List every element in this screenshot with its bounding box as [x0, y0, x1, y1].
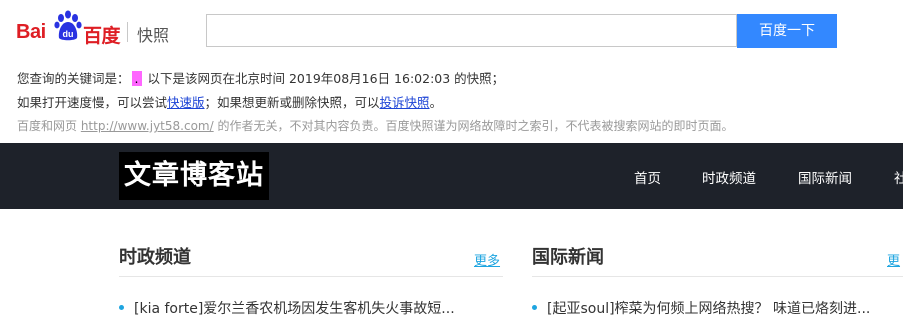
site-nav-bar: 文章博客站 首页 时政频道 国际新闻 社 — [0, 143, 903, 209]
disclaimer-prefix: 百度和网页 — [17, 119, 81, 133]
site-logo[interactable]: 文章博客站 — [119, 152, 269, 200]
nav-item-international[interactable]: 国际新闻 — [798, 167, 852, 187]
complaint-prefix: ；如果想更新或删除快照，可以 — [204, 95, 380, 110]
more-link[interactable]: 更多 — [474, 250, 500, 269]
section-title: 国际新闻 — [532, 247, 604, 268]
snapshot-options-line: 如果打开速度慢，可以尝试快速版；如果想更新或删除快照，可以投诉快照。 — [17, 92, 442, 111]
search-input[interactable] — [206, 14, 737, 47]
snapshot-info-line: 您查询的关键词是：. 以下是该网页在北京时间 2019年08月16日 16:02… — [17, 68, 504, 87]
section-title: 时政频道 — [119, 247, 191, 268]
source-url-link[interactable]: http://www.jyt58.com/ — [81, 119, 214, 133]
nav-item-home[interactable]: 首页 — [634, 167, 661, 187]
logo-text-du: du — [63, 29, 74, 39]
list-item[interactable]: [kia forte]爱尔兰香农机场因发生客机失火事故短... — [119, 298, 503, 318]
logo-text-bai: Bai — [16, 21, 46, 43]
bullet-icon — [532, 304, 537, 310]
baidu-paw-icon: du — [54, 10, 82, 41]
section-divider — [119, 276, 503, 277]
keyword-highlight: . — [131, 71, 142, 86]
complaint-link[interactable]: 投诉快照 — [380, 95, 430, 110]
list-item-title: [起亚soul]榨菜为何频上网络热搜？ 味道已烙刻进... — [547, 301, 871, 317]
snapshot-header: Bai du 百度 快照 百度一下 您查询的关键词是：. 以下是该网页在北京时间… — [0, 0, 903, 143]
logo-text-cn: 百度 — [83, 26, 121, 47]
more-link[interactable]: 更 — [887, 250, 900, 269]
search-button[interactable]: 百度一下 — [737, 14, 837, 48]
logo-divider — [127, 22, 128, 42]
baidu-logo[interactable]: Bai du 百度 — [16, 10, 121, 47]
snapshot-title: 快照 — [137, 26, 170, 45]
nav-item-social[interactable]: 社 — [894, 167, 903, 187]
nav-item-politics[interactable]: 时政频道 — [702, 167, 756, 187]
bullet-icon — [119, 304, 124, 310]
snapshot-time-text: 以下是该网页在北京时间 2019年08月16日 16:02:03 的快照； — [147, 71, 505, 86]
list-item[interactable]: [起亚soul]榨菜为何频上网络热搜？ 味道已烙刻进... — [532, 298, 903, 318]
disclaimer-line: 百度和网页 http://www.jyt58.com/ 的作者无关，不对其内容负… — [17, 117, 733, 134]
fast-version-link[interactable]: 快速版 — [167, 95, 205, 110]
disclaimer-text: 的作者无关，不对其内容负责。百度快照谨为网络故障时之索引，不代表被搜索网站的即时… — [213, 119, 734, 133]
options-suffix: 。 — [429, 95, 443, 110]
section-divider — [532, 276, 903, 277]
keyword-prefix: 您查询的关键词是： — [17, 71, 130, 86]
list-item-title: [kia forte]爱尔兰香农机场因发生客机失火事故短... — [134, 301, 455, 317]
fast-version-prefix: 如果打开速度慢，可以尝试 — [17, 95, 168, 110]
